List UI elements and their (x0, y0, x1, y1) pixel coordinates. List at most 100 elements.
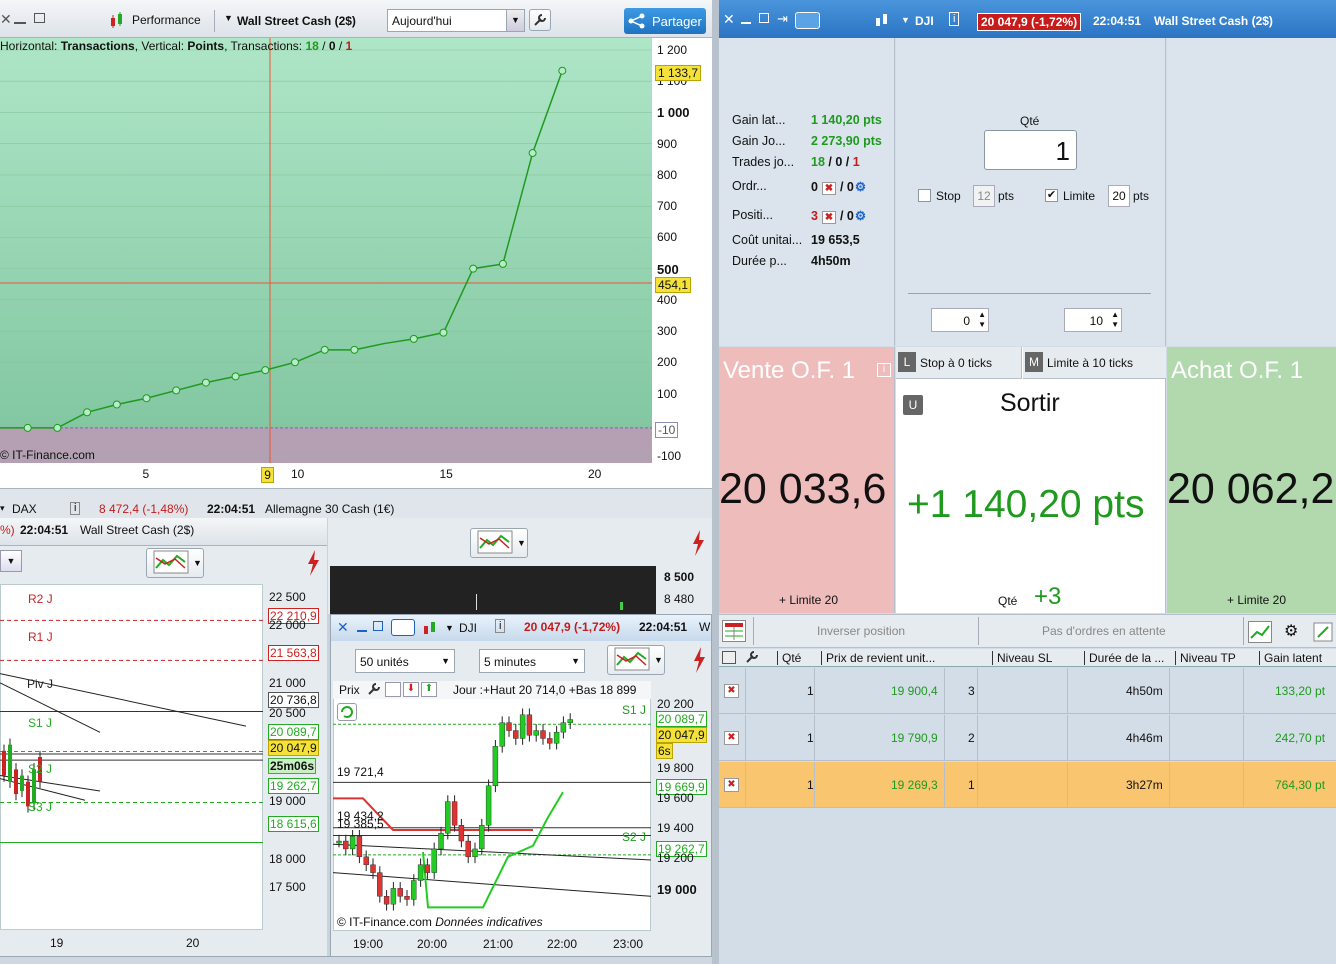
close-position-icon[interactable]: ✖ (724, 778, 739, 792)
buy-button[interactable]: Achat O.F. 1 20 062,2 + Limite 20 (1167, 347, 1336, 613)
qty-input[interactable]: 1 (984, 130, 1077, 170)
y-tick: 17 500 (269, 880, 306, 894)
chevron-down-icon[interactable]: ▼ (445, 623, 454, 633)
buy-title: Achat O.F. 1 (1171, 357, 1304, 384)
limit-distance-input[interactable]: 20 (1108, 185, 1130, 207)
column-header[interactable]: Prix de revient unit... (821, 651, 935, 665)
limit-checkbox[interactable]: ✔ (1045, 189, 1058, 202)
edit-icon[interactable] (1312, 621, 1334, 643)
column-header[interactable]: Gain latent (1259, 651, 1322, 665)
chevron-down-icon[interactable]: ▼ (571, 656, 580, 666)
close-position-icon[interactable]: ✖ (724, 731, 739, 745)
bottom-scrollbar[interactable] (0, 956, 712, 964)
lightning-icon[interactable] (689, 645, 709, 678)
instrument-label[interactable]: Wall Street Cash (2$) (237, 14, 356, 28)
minimize-icon[interactable] (14, 22, 26, 24)
pin-icon[interactable]: ⇥ (777, 11, 788, 27)
cancel-orders-icon[interactable]: ✖ (821, 182, 836, 195)
pts-label: pts (998, 189, 1015, 203)
indicator-button[interactable]: ▼ (146, 548, 204, 578)
spinner-arrows-icon[interactable]: ▲ ▼ (978, 310, 986, 330)
watermark: © IT-Finance.com (0, 448, 95, 462)
close-icon[interactable]: ✕ (723, 11, 735, 28)
info-icon[interactable]: i (949, 12, 960, 26)
buy-limit: + Limite 20 (1227, 593, 1287, 607)
chart-icon[interactable] (1248, 621, 1272, 643)
chevron-down-icon[interactable]: ▼ (654, 655, 663, 665)
chevron-down-icon[interactable]: ▼ (506, 10, 524, 31)
x-tick: 19 (50, 936, 64, 950)
info-icon[interactable]: i (877, 363, 891, 377)
wrench-icon[interactable] (367, 682, 381, 699)
indicator-button[interactable]: ▼ (607, 645, 665, 675)
cell-price: 19 269,3 (891, 778, 938, 792)
lightning-icon[interactable] (688, 528, 708, 558)
settings-icon[interactable]: ⚙ (1284, 621, 1298, 641)
buy-arrow-icon[interactable]: ⬆ (421, 682, 437, 697)
table-row[interactable]: ✖ 1 19 900,4 3 4h50m 133,20 pt (719, 668, 1336, 714)
limit-ten-ticks-button[interactable]: M Limite à 10 ticks (1023, 347, 1166, 379)
close-position-icon[interactable]: ✖ (724, 684, 739, 698)
info-icon[interactable]: i (495, 619, 506, 633)
maximize-icon[interactable] (373, 621, 383, 631)
stop-distance-input[interactable]: 12 (973, 185, 995, 207)
stop-zero-ticks-button[interactable]: L Stop à 0 ticks (896, 347, 1022, 379)
y-tick: 22 500 (269, 590, 306, 604)
keyboard-icon[interactable] (795, 12, 820, 29)
y-tick: 600 (657, 230, 678, 245)
chevron-down-icon[interactable]: ▼ (224, 13, 233, 23)
stop-spinner[interactable]: 0 ▲ ▼ (931, 308, 989, 332)
indicator-button[interactable]: ▼ (470, 528, 528, 558)
x-tick: 15 (439, 467, 453, 481)
settings-icon[interactable]: ⚙ (855, 209, 866, 223)
position-qty-label: Qté (998, 594, 1018, 608)
wrench-icon[interactable] (745, 650, 759, 667)
interval-select[interactable]: 5 minutes ▼ (479, 649, 585, 673)
chevron-down-icon[interactable]: ▼ (441, 656, 450, 666)
table-row[interactable]: ✖ 1 19 790,9 2 4h46m 242,70 pt (719, 715, 1336, 761)
lightning-icon[interactable] (303, 548, 323, 578)
period-select[interactable]: Aujourd'hui ▼ (387, 9, 525, 32)
stop-checkbox[interactable] (918, 189, 931, 202)
column-header[interactable]: Durée de la ... (1084, 651, 1164, 665)
minimize-icon[interactable] (357, 630, 367, 632)
pnl-value: +1 140,20 pts (907, 483, 1145, 526)
spinner-arrows-icon[interactable]: ▲ ▼ (1111, 310, 1119, 330)
cell-gain: 133,20 pt (1275, 684, 1326, 698)
units-select[interactable]: 50 unités ▼ (355, 649, 455, 673)
stat-label: Trades jo... (732, 155, 795, 169)
close-icon[interactable]: ✕ (337, 619, 349, 636)
column-header[interactable]: Niveau SL (992, 651, 1052, 665)
left-chart-header: %) 22:04:51 Wall Street Cash (2$) (0, 518, 327, 546)
chevron-down-icon[interactable]: ▼ (0, 550, 22, 572)
bell-icon[interactable] (385, 682, 401, 697)
table-row[interactable]: ✖ 1 19 269,3 1 3h27m 764,30 pt (719, 762, 1336, 808)
column-header[interactable]: Niveau TP (1175, 651, 1236, 665)
sell-arrow-icon[interactable]: ⬇ (403, 682, 419, 697)
chevron-down-icon[interactable]: ▾ (0, 503, 5, 514)
chevron-down-icon[interactable]: ▼ (517, 538, 526, 548)
column-header[interactable]: Qté (777, 651, 801, 665)
y-tick: 21 563,8 (268, 645, 319, 661)
close-positions-icon[interactable]: ✖ (821, 211, 836, 224)
chevron-down-icon[interactable]: ▼ (901, 15, 910, 25)
info-icon[interactable]: i (70, 502, 81, 515)
grid-icon[interactable] (722, 620, 746, 642)
close-icon[interactable]: ✕ (0, 11, 12, 28)
share-button[interactable]: Partager (624, 8, 706, 34)
order-ticket-titlebar: ✕ ⇥ ▼ DJI i 20 047,9 (-1,72%) 22:04:51 W… (719, 0, 1336, 38)
select-all-icon[interactable] (722, 651, 736, 664)
wrench-icon[interactable] (529, 9, 551, 31)
y-tick: 900 (657, 136, 678, 151)
maximize-icon[interactable] (34, 13, 45, 23)
vertical-splitter[interactable] (712, 0, 719, 964)
keyboard-icon[interactable] (391, 619, 415, 636)
sell-button[interactable]: Vente O.F. 1 i 20 033,6 + Limite 20 (719, 347, 895, 613)
settings-icon[interactable]: ⚙ (855, 180, 866, 194)
maximize-icon[interactable] (759, 13, 769, 23)
invert-position-button[interactable]: Inverser position (817, 624, 905, 638)
chevron-down-icon[interactable]: ▼ (193, 558, 202, 568)
minimize-icon[interactable] (741, 22, 751, 24)
exit-button[interactable]: Sortir (1000, 389, 1060, 418)
limit-spinner[interactable]: 10 ▲ ▼ (1064, 308, 1122, 332)
